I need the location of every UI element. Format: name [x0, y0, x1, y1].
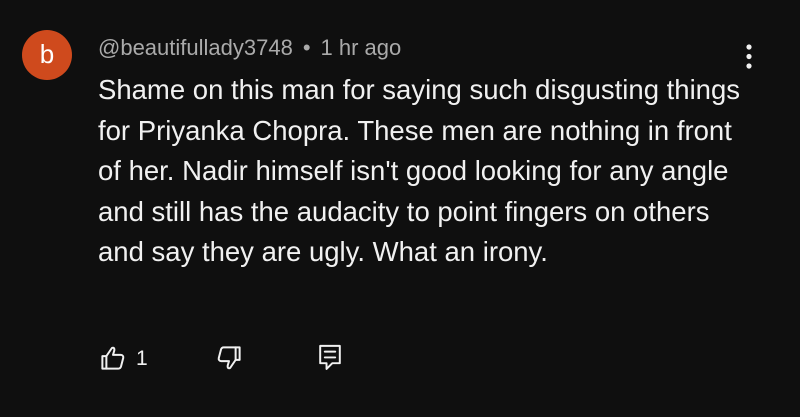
author-name[interactable]: @beautifullady3748: [98, 35, 293, 60]
thumbs-up-icon: [101, 346, 125, 370]
comment-actions: 1: [98, 341, 344, 375]
thumbs-down-icon: [217, 346, 241, 370]
reply-icon: [319, 344, 341, 370]
comment-text: Shame on this man for saying such disgus…: [98, 74, 741, 267]
avatar[interactable]: b: [22, 30, 72, 80]
avatar-letter: b: [39, 38, 55, 69]
dislike-button[interactable]: [214, 343, 244, 373]
comment-timestamp[interactable]: 1 hr ago: [321, 35, 402, 60]
reply-button[interactable]: [316, 343, 344, 373]
comment: b @beautifullady3748 • 1 hr ago Shame on t…: [0, 0, 800, 417]
like-count: 1: [136, 346, 148, 370]
meta-separator: •: [302, 35, 311, 60]
comment-header: @beautifullady3748 • 1 hr ago: [98, 34, 401, 62]
like-button[interactable]: 1: [98, 343, 162, 373]
